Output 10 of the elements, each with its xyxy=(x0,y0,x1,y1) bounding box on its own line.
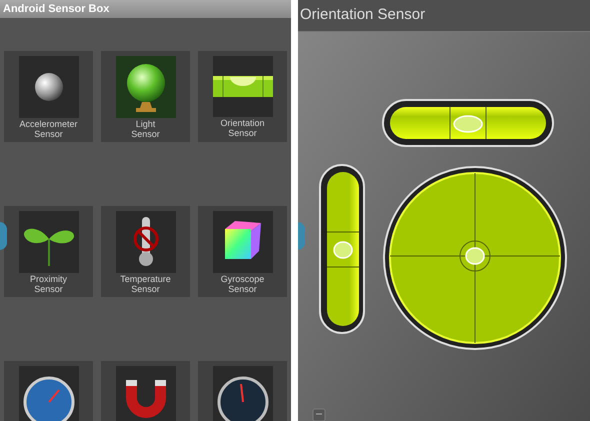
sensor-tile[interactable]: Gyroscope Sensor xyxy=(198,206,287,297)
sensor-tile[interactable]: Accelerometer Sensor xyxy=(4,51,93,142)
sensor-tile[interactable]: Orientation Sensor xyxy=(198,51,287,142)
screen-title: Orientation Sensor xyxy=(300,5,426,26)
sensor-tile[interactable]: Proximity Sensor xyxy=(4,206,93,297)
app-title: Android Sensor Box xyxy=(3,2,110,17)
menu-icon[interactable] xyxy=(312,408,326,421)
sensor-tile[interactable]: Light Sensor xyxy=(101,51,190,142)
spirit-level-icon xyxy=(212,76,272,97)
sensor-tile[interactable]: Temperature Sensor xyxy=(101,206,190,297)
